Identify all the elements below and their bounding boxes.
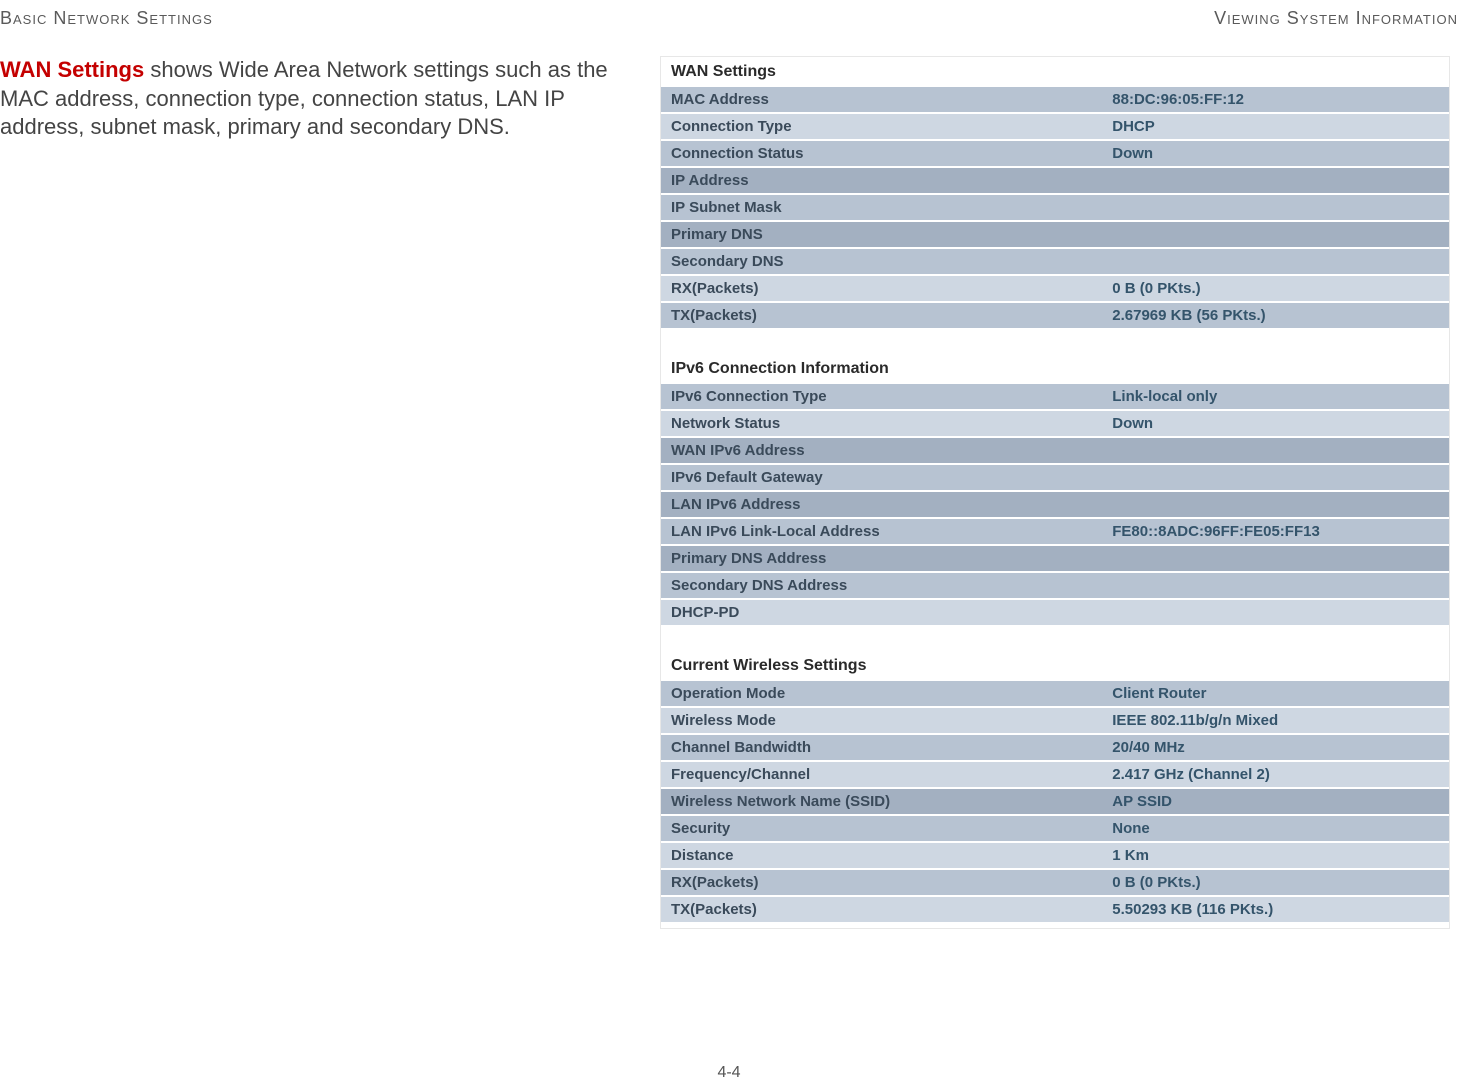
wan-ctype-label: Connection Type <box>661 114 1102 139</box>
wan-pdns-label: Primary DNS <box>661 222 1102 247</box>
wless-wmode-label: Wireless Mode <box>661 708 1102 733</box>
wan-sdns-label: Secondary DNS <box>661 249 1102 274</box>
table-row: Frequency/Channel2.417 GHz (Channel 2) <box>661 762 1449 787</box>
table-row: LAN IPv6 Address <box>661 492 1449 517</box>
wless-security-value: None <box>1102 816 1449 841</box>
wan-mac-label: MAC Address <box>661 87 1102 112</box>
wless-freq-value: 2.417 GHz (Channel 2) <box>1102 762 1449 787</box>
wless-rx-value: 0 B (0 PKts.) <box>1102 870 1449 895</box>
wan-settings-table: MAC Address88:DC:96:05:FF:12 Connection … <box>661 85 1449 330</box>
table-row: Secondary DNS <box>661 249 1449 274</box>
table-row: Channel Bandwidth20/40 MHz <box>661 735 1449 760</box>
ipv6-sdns-label: Secondary DNS Address <box>661 573 1102 598</box>
table-row: Distance1 Km <box>661 843 1449 868</box>
wless-rx-label: RX(Packets) <box>661 870 1102 895</box>
wan-ctype-value: DHCP <box>1102 114 1449 139</box>
page-header-left: Basic Network Settings <box>0 8 213 29</box>
table-row: RX(Packets)0 B (0 PKts.) <box>661 870 1449 895</box>
ipv6-gateway-value <box>1102 465 1449 490</box>
wan-mac-value: 88:DC:96:05:FF:12 <box>1102 87 1449 112</box>
wless-security-label: Security <box>661 816 1102 841</box>
description-paragraph: WAN Settings shows Wide Area Network set… <box>0 56 660 142</box>
table-row: TX(Packets)5.50293 KB (116 PKts.) <box>661 897 1449 922</box>
wan-sdns-value <box>1102 249 1449 274</box>
ipv6-pdns-value <box>1102 546 1449 571</box>
wan-subnet-label: IP Subnet Mask <box>661 195 1102 220</box>
table-row: DHCP-PD <box>661 600 1449 625</box>
ipv6-section-title: IPv6 Connection Information <box>661 354 1449 382</box>
wless-distance-label: Distance <box>661 843 1102 868</box>
page-number: 4-4 <box>717 1064 740 1082</box>
wan-rx-value: 0 B (0 PKts.) <box>1102 276 1449 301</box>
ipv6-nstatus-value: Down <box>1102 411 1449 436</box>
table-row: IP Address <box>661 168 1449 193</box>
ipv6-sdns-value <box>1102 573 1449 598</box>
ipv6-ctype-label: IPv6 Connection Type <box>661 384 1102 409</box>
table-row: IP Subnet Mask <box>661 195 1449 220</box>
wan-ip-label: IP Address <box>661 168 1102 193</box>
table-row: Connection StatusDown <box>661 141 1449 166</box>
ipv6-pdns-label: Primary DNS Address <box>661 546 1102 571</box>
ipv6-wanaddr-label: WAN IPv6 Address <box>661 438 1102 463</box>
description-title: WAN Settings <box>0 57 144 82</box>
table-row: Operation ModeClient Router <box>661 681 1449 706</box>
wless-freq-label: Frequency/Channel <box>661 762 1102 787</box>
ipv6-wanaddr-value <box>1102 438 1449 463</box>
table-row: Primary DNS Address <box>661 546 1449 571</box>
wan-cstatus-value: Down <box>1102 141 1449 166</box>
wless-opmode-value: Client Router <box>1102 681 1449 706</box>
wless-tx-value: 5.50293 KB (116 PKts.) <box>1102 897 1449 922</box>
table-row: TX(Packets)2.67969 KB (56 PKts.) <box>661 303 1449 328</box>
ipv6-table: IPv6 Connection TypeLink-local only Netw… <box>661 382 1449 627</box>
wan-tx-value: 2.67969 KB (56 PKts.) <box>1102 303 1449 328</box>
table-row: Primary DNS <box>661 222 1449 247</box>
table-row: Wireless ModeIEEE 802.11b/g/n Mixed <box>661 708 1449 733</box>
table-row: MAC Address88:DC:96:05:FF:12 <box>661 87 1449 112</box>
table-row: IPv6 Default Gateway <box>661 465 1449 490</box>
wless-bw-value: 20/40 MHz <box>1102 735 1449 760</box>
wless-wmode-value: IEEE 802.11b/g/n Mixed <box>1102 708 1449 733</box>
wireless-section-title: Current Wireless Settings <box>661 651 1449 679</box>
wless-bw-label: Channel Bandwidth <box>661 735 1102 760</box>
wless-tx-label: TX(Packets) <box>661 897 1102 922</box>
table-row: IPv6 Connection TypeLink-local only <box>661 384 1449 409</box>
table-row: Wireless Network Name (SSID)AP SSID <box>661 789 1449 814</box>
wan-cstatus-label: Connection Status <box>661 141 1102 166</box>
ipv6-nstatus-label: Network Status <box>661 411 1102 436</box>
wless-ssid-value: AP SSID <box>1102 789 1449 814</box>
table-row: Connection TypeDHCP <box>661 114 1449 139</box>
wless-opmode-label: Operation Mode <box>661 681 1102 706</box>
table-row: SecurityNone <box>661 816 1449 841</box>
wan-subnet-value <box>1102 195 1449 220</box>
table-row: Network StatusDown <box>661 411 1449 436</box>
table-row: WAN IPv6 Address <box>661 438 1449 463</box>
settings-panel: WAN Settings MAC Address88:DC:96:05:FF:1… <box>660 56 1450 929</box>
wan-settings-title: WAN Settings <box>661 57 1449 85</box>
ipv6-dhcppd-label: DHCP-PD <box>661 600 1102 625</box>
ipv6-linklocal-label: LAN IPv6 Link-Local Address <box>661 519 1102 544</box>
table-row: LAN IPv6 Link-Local AddressFE80::8ADC:96… <box>661 519 1449 544</box>
ipv6-ctype-value: Link-local only <box>1102 384 1449 409</box>
wan-pdns-value <box>1102 222 1449 247</box>
wless-distance-value: 1 Km <box>1102 843 1449 868</box>
ipv6-lanaddr-value <box>1102 492 1449 517</box>
wless-ssid-label: Wireless Network Name (SSID) <box>661 789 1102 814</box>
wan-ip-value <box>1102 168 1449 193</box>
page-header-right: Viewing System Information <box>1214 8 1458 29</box>
ipv6-linklocal-value: FE80::8ADC:96FF:FE05:FF13 <box>1102 519 1449 544</box>
wan-tx-label: TX(Packets) <box>661 303 1102 328</box>
table-row: RX(Packets)0 B (0 PKts.) <box>661 276 1449 301</box>
ipv6-lanaddr-label: LAN IPv6 Address <box>661 492 1102 517</box>
ipv6-gateway-label: IPv6 Default Gateway <box>661 465 1102 490</box>
table-row: Secondary DNS Address <box>661 573 1449 598</box>
wan-rx-label: RX(Packets) <box>661 276 1102 301</box>
ipv6-dhcppd-value <box>1102 600 1449 625</box>
wireless-table: Operation ModeClient Router Wireless Mod… <box>661 679 1449 924</box>
